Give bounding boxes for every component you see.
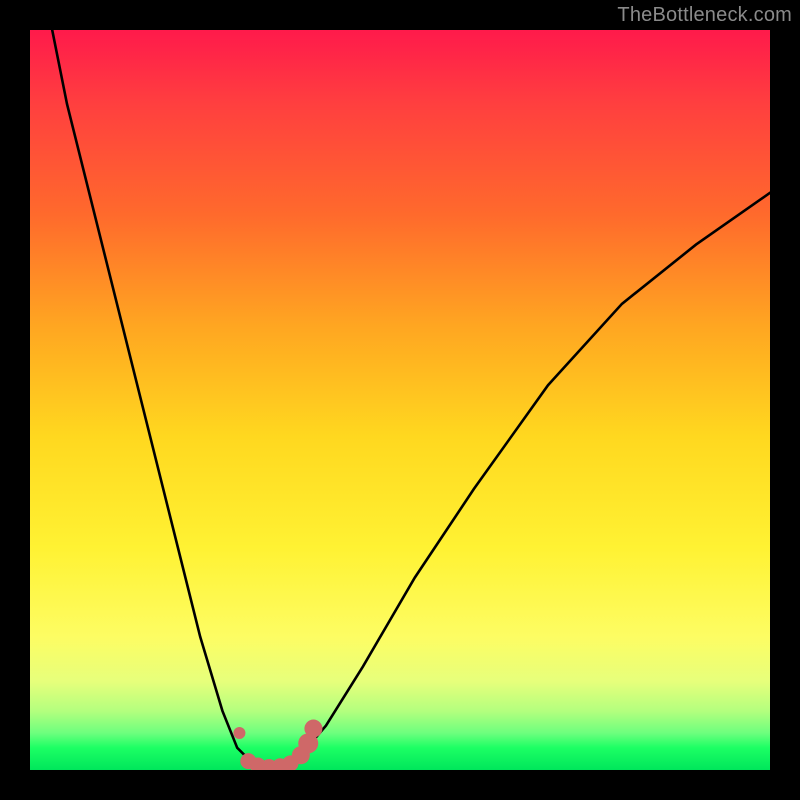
- chart-frame: TheBottleneck.com: [0, 0, 800, 800]
- watermark-text: TheBottleneck.com: [617, 4, 792, 27]
- curve-layer: [30, 30, 770, 770]
- highlight-markers: [233, 720, 322, 770]
- plot-area: [30, 30, 770, 770]
- bottleneck-curve: [52, 30, 770, 768]
- marker-dot: [304, 720, 322, 738]
- marker-dot: [233, 727, 245, 739]
